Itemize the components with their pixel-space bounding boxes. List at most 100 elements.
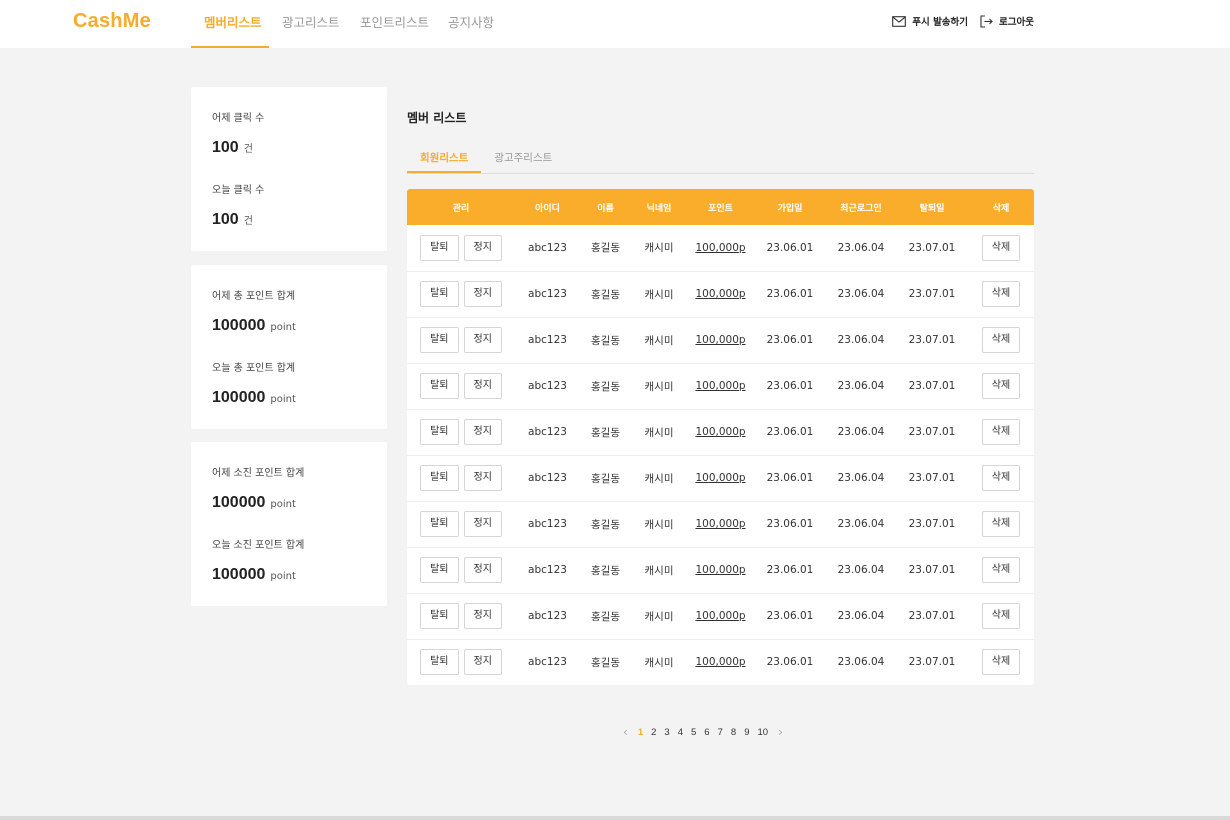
points-link[interactable]: 100,000p [695,610,745,622]
manage-cell: 탈퇴 정지 [407,593,515,640]
cell-joined: 23.06.01 [754,547,826,594]
delete-cell: 삭제 [968,225,1034,272]
withdraw-button[interactable]: 탈퇴 [420,465,459,491]
cell-points: 100,000p [687,271,754,318]
withdraw-button[interactable]: 탈퇴 [420,234,459,261]
tab-member-list[interactable]: 회원리스트 [407,145,482,173]
withdraw-button[interactable]: 탈퇴 [420,649,459,676]
points-link[interactable]: 100,000p [695,242,745,254]
delete-cell: 삭제 [968,317,1034,364]
withdraw-button[interactable]: 탈퇴 [420,511,459,537]
yesterday-total-points-value: 100000 point [212,315,296,335]
table-row: 탈퇴 정지 abc123 홍길동 캐시미 100,000p 23.06.01 23.06.04… [407,501,1034,548]
suspend-button[interactable]: 정지 [463,465,502,491]
suspend-button[interactable]: 정지 [463,373,502,399]
suspend-button[interactable]: 정지 [463,327,502,353]
cell-joined: 23.06.01 [754,409,826,456]
page-number[interactable]: 10 [757,727,768,738]
manage-cell: 탈퇴 정지 [407,317,515,364]
delete-button[interactable]: 삭제 [981,649,1021,676]
points-link[interactable]: 100,000p [695,426,745,438]
suspend-button[interactable]: 정지 [463,234,502,261]
points-link[interactable]: 100,000p [695,656,745,668]
cell-name: 홍길동 [580,363,631,410]
delete-button[interactable]: 삭제 [981,603,1021,629]
page-number[interactable]: 1 [638,727,643,738]
page-number[interactable]: 8 [731,727,736,738]
withdraw-button[interactable]: 탈퇴 [420,603,459,629]
nav-item-ad-list[interactable]: 광고리스트 [269,0,347,48]
page-number[interactable]: 7 [718,727,723,738]
page-number[interactable]: 5 [691,727,696,738]
withdraw-button[interactable]: 탈퇴 [420,327,459,353]
logout-button[interactable]: 로그아웃 [980,14,1034,28]
points-link[interactable]: 100,000p [695,518,745,530]
cell-last-login: 23.06.04 [826,225,896,272]
delete-button[interactable]: 삭제 [981,281,1021,307]
points-link[interactable]: 100,000p [695,380,745,392]
cell-last-login: 23.06.04 [826,409,896,456]
table-row: 탈퇴 정지 abc123 홍길동 캐시미 100,000p 23.06.01 23.06.04… [407,317,1034,364]
suspend-button[interactable]: 정지 [463,649,502,676]
page-number[interactable]: 6 [704,727,709,738]
points-link[interactable]: 100,000p [695,472,745,484]
push-send-button[interactable]: 푸시 발송하기 [892,14,968,28]
suspend-button[interactable]: 정지 [463,557,502,583]
cell-id: abc123 [515,317,580,364]
delete-button[interactable]: 삭제 [981,327,1021,353]
points-link[interactable]: 100,000p [695,564,745,576]
cell-withdrawn: 23.07.01 [896,225,968,272]
tab-advertiser-list[interactable]: 광고주리스트 [481,145,565,173]
cell-nickname: 캐시미 [631,363,687,410]
nav-item-point-list[interactable]: 포인트리스트 [347,0,435,48]
points-link[interactable]: 100,000p [695,288,745,300]
cell-name: 홍길동 [591,656,620,669]
nav-item-member-list[interactable]: 멤버리스트 [191,0,269,48]
withdraw-button[interactable]: 탈퇴 [420,557,459,583]
page-number[interactable]: 4 [678,727,683,738]
suspend-button[interactable]: 정지 [463,419,502,445]
cell-withdrawn: 23.07.01 [896,317,968,364]
cell-joined: 23.06.01 [754,317,826,364]
chevron-right-icon[interactable]: › [778,725,783,739]
manage-cell: 탈퇴 정지 [407,225,515,272]
table-row: 탈퇴 정지 abc123 홍길동 캐시미 100,000p 23.06.01 23.06.04… [407,593,1034,640]
suspend-button[interactable]: 정지 [463,511,502,537]
today-total-points-label: 오늘 총 포인트 합계 [212,363,296,374]
withdraw-button[interactable]: 탈퇴 [420,373,459,399]
cell-withdrawn: 23.07.01 [896,547,968,594]
column-header-nickname: 닉네임 [646,203,672,214]
cell-name: 홍길동 [580,593,631,640]
table-row: 탈퇴 정지 abc123 홍길동 캐시미 100,000p 23.06.01 23.06.04… [407,409,1034,456]
nav-item-notice[interactable]: 공지사항 [435,0,507,48]
cell-id: abc123 [515,501,580,548]
suspend-button[interactable]: 정지 [463,603,502,629]
today-spent-points-number: 100000 [212,566,266,583]
cell-joined: 23.06.01 [754,363,826,410]
manage-cell: 탈퇴 정지 [407,501,515,548]
delete-button[interactable]: 삭제 [981,373,1021,399]
page-number[interactable]: 3 [664,727,669,738]
cell-id: abc123 [528,656,567,669]
points-link[interactable]: 100,000p [695,334,745,346]
withdraw-button[interactable]: 탈퇴 [420,281,459,307]
manage-cell: 탈퇴 정지 [407,363,515,410]
logo[interactable]: CashMe [73,10,151,33]
delete-button[interactable]: 삭제 [981,419,1021,445]
chevron-left-icon[interactable]: ‹ [623,725,628,739]
page-number[interactable]: 2 [651,727,656,738]
suspend-button[interactable]: 정지 [463,281,502,307]
cell-id: abc123 [515,409,580,456]
today-clicks-unit: 건 [243,216,253,227]
cell-nickname: 캐시미 [631,593,687,640]
today-clicks-label: 오늘 클릭 수 [212,185,265,196]
withdraw-button[interactable]: 탈퇴 [420,419,459,445]
column-header-last-login: 최근로그인 [840,203,882,214]
page-number[interactable]: 9 [744,727,749,738]
mail-icon [892,15,907,27]
delete-button[interactable]: 삭제 [981,511,1021,537]
delete-button[interactable]: 삭제 [981,234,1021,261]
delete-button[interactable]: 삭제 [981,465,1021,491]
delete-button[interactable]: 삭제 [981,557,1021,583]
cell-id: abc123 [515,593,580,640]
